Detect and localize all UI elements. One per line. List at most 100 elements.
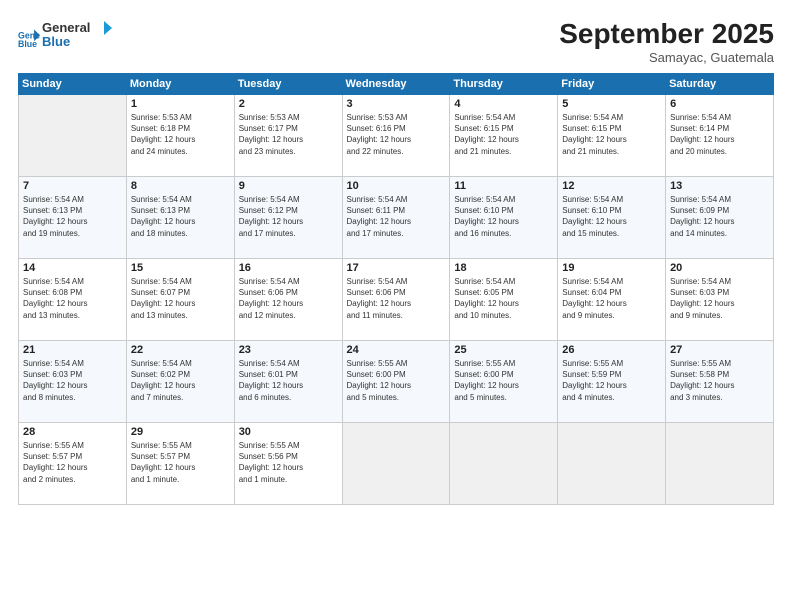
week-row-3: 14 Sunrise: 5:54 AM Sunset: 6:08 PM Dayli…	[19, 259, 774, 341]
day-number: 27	[670, 344, 769, 356]
day-info: Sunrise: 5:54 AM Sunset: 6:10 PM Dayligh…	[562, 194, 661, 239]
day-cell: 7 Sunrise: 5:54 AM Sunset: 6:13 PM Daylig…	[19, 177, 127, 259]
day-info: Sunrise: 5:55 AM Sunset: 6:00 PM Dayligh…	[347, 358, 446, 403]
day-cell: 3 Sunrise: 5:53 AM Sunset: 6:16 PM Daylig…	[342, 95, 450, 177]
day-number: 15	[131, 262, 230, 274]
day-info: Sunrise: 5:54 AM Sunset: 6:11 PM Dayligh…	[347, 194, 446, 239]
day-number: 13	[670, 180, 769, 192]
day-cell: 2Sunrise: 5:53 AM Sunset: 6:17 PM Daylig…	[234, 95, 342, 177]
day-number: 7	[23, 180, 122, 192]
day-number: 12	[562, 180, 661, 192]
day-number: 14	[23, 262, 122, 274]
day-number: 29	[131, 426, 230, 438]
day-info: Sunrise: 5:54 AM Sunset: 6:01 PM Dayligh…	[239, 358, 338, 403]
title-block: September 2025 Samayac, Guatemala	[559, 18, 774, 65]
day-cell: 9Sunrise: 5:54 AM Sunset: 6:12 PM Daylig…	[234, 177, 342, 259]
day-info: Sunrise: 5:54 AM Sunset: 6:05 PM Dayligh…	[454, 276, 553, 321]
weekday-header-sunday: Sunday	[19, 74, 127, 95]
day-cell: 10 Sunrise: 5:54 AM Sunset: 6:11 PM Dayli…	[342, 177, 450, 259]
day-number: 25	[454, 344, 553, 356]
weekday-header-row: SundayMondayTuesdayWednesdayThursdayFrid…	[19, 74, 774, 95]
day-cell: 18 Sunrise: 5:54 AM Sunset: 6:05 PM Dayli…	[450, 259, 558, 341]
day-cell: 25 Sunrise: 5:55 AM Sunset: 6:00 PM Dayli…	[450, 341, 558, 423]
day-info: Sunrise: 5:54 AM Sunset: 6:03 PM Dayligh…	[670, 276, 769, 321]
day-cell	[450, 423, 558, 505]
week-row-2: 7 Sunrise: 5:54 AM Sunset: 6:13 PM Daylig…	[19, 177, 774, 259]
day-cell: 21 Sunrise: 5:54 AM Sunset: 6:03 PM Dayli…	[19, 341, 127, 423]
calendar-page: General Blue General Blue September 2025…	[0, 0, 792, 612]
day-number: 26	[562, 344, 661, 356]
day-cell: 19 Sunrise: 5:54 AM Sunset: 6:04 PM Dayli…	[558, 259, 666, 341]
day-info: Sunrise: 5:53 AM Sunset: 6:17 PM Dayligh…	[239, 112, 338, 157]
day-cell	[558, 423, 666, 505]
day-info: Sunrise: 5:54 AM Sunset: 6:15 PM Dayligh…	[562, 112, 661, 157]
day-number: 24	[347, 344, 446, 356]
day-cell: 24 Sunrise: 5:55 AM Sunset: 6:00 PM Dayli…	[342, 341, 450, 423]
day-number: 19	[562, 262, 661, 274]
day-cell: 27Sunrise: 5:55 AM Sunset: 5:58 PM Dayli…	[666, 341, 774, 423]
day-info: Sunrise: 5:54 AM Sunset: 6:10 PM Dayligh…	[454, 194, 553, 239]
day-info: Sunrise: 5:54 AM Sunset: 6:09 PM Dayligh…	[670, 194, 769, 239]
day-number: 20	[670, 262, 769, 274]
day-info: Sunrise: 5:55 AM Sunset: 5:57 PM Dayligh…	[131, 440, 230, 485]
day-cell	[666, 423, 774, 505]
day-number: 28	[23, 426, 122, 438]
day-cell: 5 Sunrise: 5:54 AM Sunset: 6:15 PM Daylig…	[558, 95, 666, 177]
day-cell: 28 Sunrise: 5:55 AM Sunset: 5:57 PM Dayli…	[19, 423, 127, 505]
day-info: Sunrise: 5:55 AM Sunset: 5:57 PM Dayligh…	[23, 440, 122, 485]
day-cell: 6Sunrise: 5:54 AM Sunset: 6:14 PM Daylig…	[666, 95, 774, 177]
day-cell: 13 Sunrise: 5:54 AM Sunset: 6:09 PM Dayli…	[666, 177, 774, 259]
day-cell: 1 Sunrise: 5:53 AM Sunset: 6:18 PM Daylig…	[126, 95, 234, 177]
week-row-4: 21 Sunrise: 5:54 AM Sunset: 6:03 PM Dayli…	[19, 341, 774, 423]
day-info: Sunrise: 5:54 AM Sunset: 6:06 PM Dayligh…	[347, 276, 446, 321]
day-number: 11	[454, 180, 553, 192]
weekday-header-friday: Friday	[558, 74, 666, 95]
day-cell: 12 Sunrise: 5:54 AM Sunset: 6:10 PM Dayli…	[558, 177, 666, 259]
day-number: 1	[131, 98, 230, 110]
day-number: 30	[239, 426, 338, 438]
day-cell: 17 Sunrise: 5:54 AM Sunset: 6:06 PM Dayli…	[342, 259, 450, 341]
day-info: Sunrise: 5:54 AM Sunset: 6:07 PM Dayligh…	[131, 276, 230, 321]
day-number: 8	[131, 180, 230, 192]
day-cell: 30 Sunrise: 5:55 AM Sunset: 5:56 PM Dayli…	[234, 423, 342, 505]
day-cell	[342, 423, 450, 505]
week-row-1: 1 Sunrise: 5:53 AM Sunset: 6:18 PM Daylig…	[19, 95, 774, 177]
day-number: 3	[347, 98, 446, 110]
day-cell: 15 Sunrise: 5:54 AM Sunset: 6:07 PM Dayli…	[126, 259, 234, 341]
day-info: Sunrise: 5:54 AM Sunset: 6:03 PM Dayligh…	[23, 358, 122, 403]
svg-text:General: General	[42, 20, 90, 35]
day-cell: 22 Sunrise: 5:54 AM Sunset: 6:02 PM Dayli…	[126, 341, 234, 423]
day-number: 5	[562, 98, 661, 110]
day-number: 21	[23, 344, 122, 356]
day-number: 23	[239, 344, 338, 356]
calendar-subtitle: Samayac, Guatemala	[559, 50, 774, 65]
day-info: Sunrise: 5:53 AM Sunset: 6:18 PM Dayligh…	[131, 112, 230, 157]
weekday-header-thursday: Thursday	[450, 74, 558, 95]
day-cell: 23 Sunrise: 5:54 AM Sunset: 6:01 PM Dayli…	[234, 341, 342, 423]
day-cell: 11 Sunrise: 5:54 AM Sunset: 6:10 PM Dayli…	[450, 177, 558, 259]
day-info: Sunrise: 5:54 AM Sunset: 6:04 PM Dayligh…	[562, 276, 661, 321]
day-cell: 29 Sunrise: 5:55 AM Sunset: 5:57 PM Dayli…	[126, 423, 234, 505]
day-cell: 26Sunrise: 5:55 AM Sunset: 5:59 PM Dayli…	[558, 341, 666, 423]
day-info: Sunrise: 5:53 AM Sunset: 6:16 PM Dayligh…	[347, 112, 446, 157]
day-number: 10	[347, 180, 446, 192]
day-cell: 16 Sunrise: 5:54 AM Sunset: 6:06 PM Dayli…	[234, 259, 342, 341]
header: General Blue General Blue September 2025…	[18, 18, 774, 65]
day-number: 16	[239, 262, 338, 274]
general-blue-logo: General Blue	[42, 18, 117, 54]
day-number: 6	[670, 98, 769, 110]
day-info: Sunrise: 5:54 AM Sunset: 6:06 PM Dayligh…	[239, 276, 338, 321]
day-number: 18	[454, 262, 553, 274]
day-info: Sunrise: 5:54 AM Sunset: 6:02 PM Dayligh…	[131, 358, 230, 403]
day-cell: 8Sunrise: 5:54 AM Sunset: 6:13 PM Daylig…	[126, 177, 234, 259]
day-number: 22	[131, 344, 230, 356]
day-info: Sunrise: 5:54 AM Sunset: 6:08 PM Dayligh…	[23, 276, 122, 321]
day-info: Sunrise: 5:55 AM Sunset: 5:56 PM Dayligh…	[239, 440, 338, 485]
weekday-header-monday: Monday	[126, 74, 234, 95]
logo-icon: General Blue	[18, 28, 40, 50]
day-cell: 20 Sunrise: 5:54 AM Sunset: 6:03 PM Dayli…	[666, 259, 774, 341]
day-number: 17	[347, 262, 446, 274]
day-info: Sunrise: 5:55 AM Sunset: 6:00 PM Dayligh…	[454, 358, 553, 403]
day-number: 9	[239, 180, 338, 192]
day-info: Sunrise: 5:54 AM Sunset: 6:13 PM Dayligh…	[23, 194, 122, 239]
